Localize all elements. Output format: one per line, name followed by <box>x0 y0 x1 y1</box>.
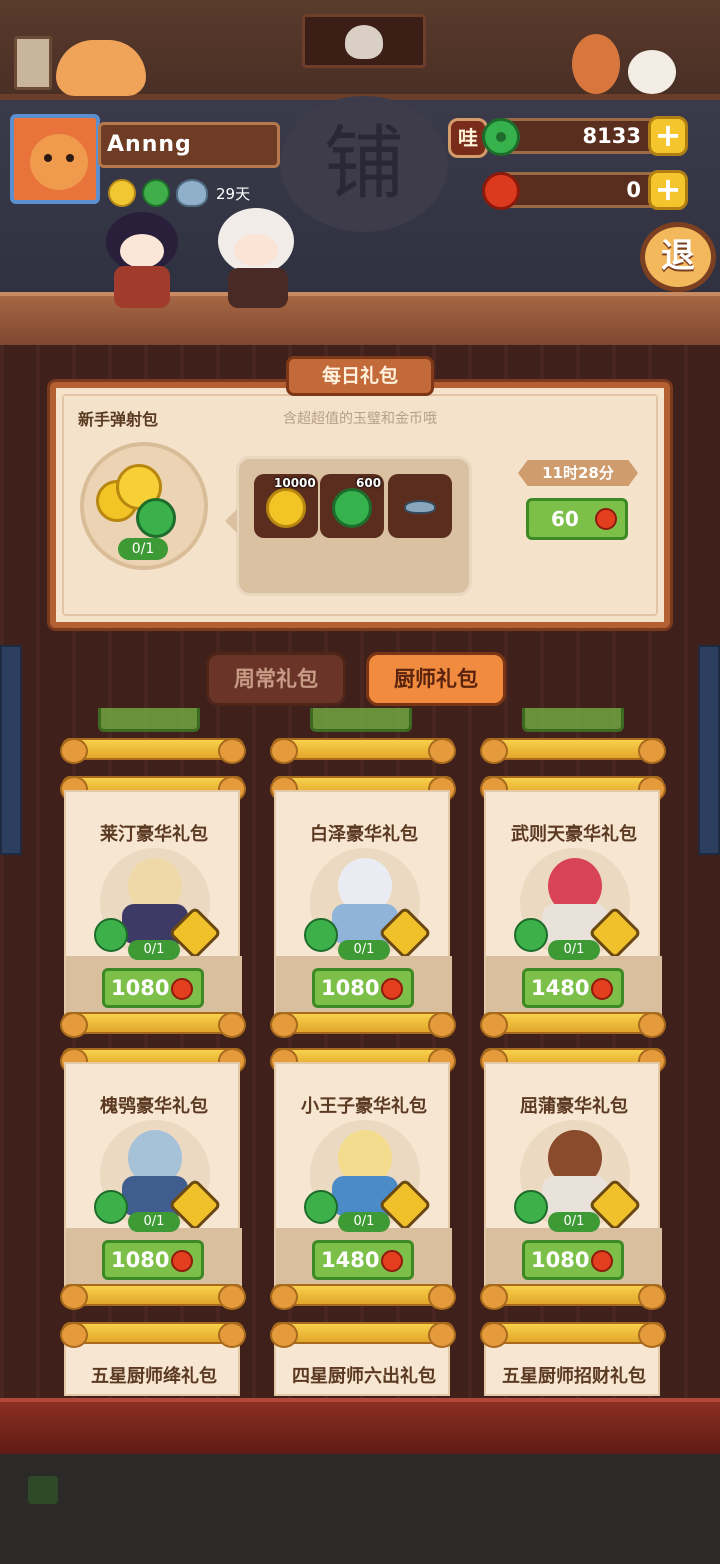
scroll-rod <box>60 1284 246 1310</box>
red-fruit-icon <box>381 1250 403 1272</box>
right-curtain <box>698 645 720 855</box>
pack-card[interactable]: 小王子豪华礼包 0/1 1480 <box>274 1062 452 1298</box>
jade-coin-icon <box>304 1190 338 1224</box>
price-label: 1080 <box>111 1248 170 1272</box>
buy-button[interactable]: 1480 <box>312 1240 414 1280</box>
price-label: 1480 <box>321 1248 380 1272</box>
red-fruit-icon <box>381 978 403 1000</box>
chef-character-empress[interactable] <box>92 196 190 312</box>
pack-title: 五星厨师绛礼包 <box>91 1366 217 1387</box>
scroll-rod <box>60 1322 246 1348</box>
reward-qty: 10000 <box>274 476 316 490</box>
hanging-sign <box>302 14 426 68</box>
gold-coin-icon <box>266 488 306 528</box>
scroll-rod <box>270 1284 456 1310</box>
claim-count: 0/1 <box>128 940 180 960</box>
claim-count: 0/1 <box>338 940 390 960</box>
buy-button[interactable]: 1080 <box>102 968 204 1008</box>
claim-count: 0/1 <box>128 1212 180 1232</box>
red-fruit-icon <box>595 508 617 530</box>
jade-coin-icon <box>514 1190 548 1224</box>
claim-count: 0/1 <box>548 940 600 960</box>
jade-coin-icon <box>304 918 338 952</box>
price-label: 1080 <box>321 976 380 1000</box>
pack-title: 槐鸮豪华礼包 <box>100 1096 208 1117</box>
jade-coin-icon <box>514 918 548 952</box>
daily-pack-title: 每日礼包 <box>286 356 434 396</box>
scroll-rod <box>480 1322 666 1348</box>
pack-card[interactable]: 槐鸮豪华礼包 0/1 1080 <box>64 1062 242 1298</box>
red-fruit-icon <box>482 172 520 210</box>
scroll-rod <box>480 738 666 764</box>
jade-coin-icon <box>94 1190 128 1224</box>
price-label: 1080 <box>111 976 170 1000</box>
scroll-rod <box>270 738 456 764</box>
daily-price: 60 <box>551 507 579 531</box>
pack-card[interactable]: 莱汀豪华礼包 0/1 1080 <box>64 790 242 1026</box>
tab-chef-packs[interactable]: 厨师礼包 <box>366 652 506 706</box>
buy-button[interactable]: 1080 <box>312 968 414 1008</box>
scroll-rod <box>480 1284 666 1310</box>
jade-coin-icon <box>332 488 372 528</box>
add-fruit-button[interactable]: + <box>648 170 688 210</box>
bowl-icon <box>404 500 436 514</box>
scroll-rod <box>270 1322 456 1348</box>
add-jade-button[interactable]: + <box>648 116 688 156</box>
buy-button[interactable]: 1080 <box>102 1240 204 1280</box>
floor-tile <box>28 1476 58 1504</box>
pack-card[interactable]: 武则天豪华礼包 0/1 1480 <box>484 790 662 1026</box>
paw-frame-decoration <box>14 36 52 90</box>
pack-title: 白泽豪华礼包 <box>310 824 418 845</box>
pack-card[interactable]: 屈蒲豪华礼包 0/1 1080 <box>484 1062 662 1298</box>
pack-title: 小王子豪华礼包 <box>301 1096 427 1117</box>
price-label: 1480 <box>531 976 590 1000</box>
white-cat-decoration <box>628 50 676 94</box>
exit-button[interactable]: 退 <box>640 222 716 292</box>
pack-title: 屈蒲豪华礼包 <box>520 1096 628 1117</box>
pack-card[interactable]: 四星厨师六出礼包 <box>274 1336 450 1396</box>
pack-title: 武则天豪华礼包 <box>511 824 637 845</box>
player-name: Annng <box>98 122 280 168</box>
chef-character-white-hair[interactable] <box>210 196 306 312</box>
pack-card[interactable]: 五星厨师招财礼包 <box>484 1336 660 1396</box>
daily-pack-name: 新手弹射包 <box>78 410 159 429</box>
red-fruit-icon <box>591 978 613 1000</box>
cat-decoration <box>56 40 146 96</box>
daily-claim-count: 0/1 <box>118 538 168 560</box>
left-curtain <box>0 645 22 855</box>
tab-weekly-packs[interactable]: 周常礼包 <box>206 652 346 706</box>
player-avatar[interactable] <box>10 114 100 204</box>
floor <box>0 1454 720 1564</box>
pack-title: 莱汀豪华礼包 <box>100 824 208 845</box>
red-fruit-icon <box>171 1250 193 1272</box>
daily-pack-description: 含超超值的玉璧和金币哦 <box>283 411 437 427</box>
scroll-rod <box>60 1012 246 1038</box>
pack-title: 四星厨师六出礼包 <box>292 1366 436 1387</box>
reward-qty: 600 <box>356 476 382 490</box>
kid-decoration <box>572 34 620 94</box>
pack-card[interactable]: 五星厨师绛礼包 <box>64 1336 240 1396</box>
pack-title: 五星厨师招财礼包 <box>502 1366 646 1387</box>
daily-buy-button[interactable]: 60 <box>526 498 628 540</box>
avatar-face-icon <box>30 134 88 190</box>
scroll-rod <box>480 1012 666 1038</box>
pack-card[interactable]: 白泽豪华礼包 0/1 1080 <box>274 790 452 1026</box>
bottom-frame <box>0 1398 720 1454</box>
jade-coin-icon <box>482 118 520 156</box>
red-fruit-icon <box>171 978 193 1000</box>
jade-coin-icon <box>94 918 128 952</box>
red-fruit-icon <box>591 1250 613 1272</box>
price-label: 1080 <box>531 1248 590 1272</box>
buy-button[interactable]: 1480 <box>522 968 624 1008</box>
claim-count: 0/1 <box>548 1212 600 1232</box>
reward-slot[interactable] <box>388 474 452 538</box>
claim-count: 0/1 <box>338 1212 390 1232</box>
daily-timer: 11时28分 <box>518 460 638 486</box>
buy-button[interactable]: 1080 <box>522 1240 624 1280</box>
scroll-rod <box>60 738 246 764</box>
scroll-rod <box>270 1012 456 1038</box>
